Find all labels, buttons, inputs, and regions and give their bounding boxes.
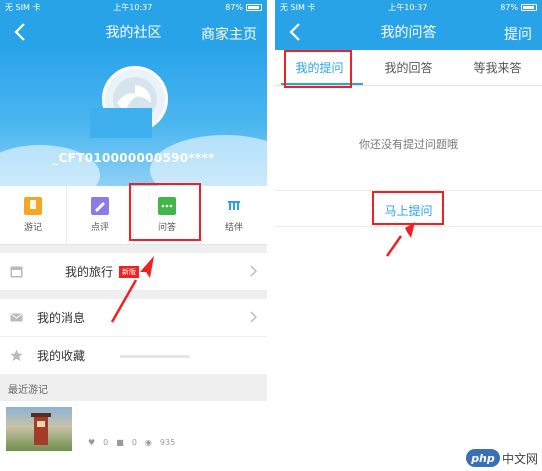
chevron-left-icon <box>289 23 300 41</box>
battery-icon <box>246 3 262 11</box>
view-icon: ◉ <box>144 437 152 447</box>
profile-header: _CFT010000000590**** <box>0 50 267 186</box>
list-item-label: 我的收藏 <box>37 349 86 363</box>
like-icon: ♥ <box>88 437 96 447</box>
arrow-annotation <box>385 222 415 257</box>
like-count: 0 <box>103 437 109 447</box>
watermark-text: 中文网 <box>501 451 538 466</box>
review-icon <box>91 197 109 215</box>
status-bar: 无 SIM 卡 上午10:37 87% <box>0 0 267 14</box>
username: _CFT010000000590**** <box>52 151 215 165</box>
recent-travel-notes-heading: 最近游记 <box>0 375 267 401</box>
ask-question-button[interactable]: 提问 <box>504 24 532 44</box>
highlight-box-tab <box>284 50 352 88</box>
comment-count: 0 <box>131 437 137 447</box>
battery-label: 87% <box>500 2 518 12</box>
php-logo: php <box>465 449 500 467</box>
time-label: 上午10:37 <box>113 2 153 12</box>
status-bar: 无 SIM 卡 上午10:37 87% <box>275 0 542 14</box>
list-item-label: 我的消息 <box>37 311 86 325</box>
comment-icon: ■ <box>116 437 124 447</box>
redaction-block <box>90 108 152 138</box>
companion-icon <box>225 197 243 215</box>
chevron-right-icon <box>250 265 257 277</box>
carrier-label: 无 SIM 卡 <box>280 2 316 12</box>
left-screen: 无 SIM 卡 上午10:37 87% 我的社区 商家主页 _CFT010000… <box>0 0 267 471</box>
list-item-my-favorites[interactable]: 我的收藏 <box>0 337 267 375</box>
menu-item-label: 点评 <box>90 223 109 233</box>
chevron-left-icon <box>14 23 25 41</box>
travel-note-stats: ♥ 0 ■ 0 ◉ 935 <box>88 431 175 453</box>
travel-note-item[interactable]: ♥ 0 ■ 0 ◉ 935 <box>0 401 267 459</box>
list-item-label: 我的旅行 <box>65 265 114 279</box>
calendar-icon <box>10 266 23 278</box>
tab-my-answers[interactable]: 我的回答 <box>364 50 453 85</box>
view-count: 935 <box>159 437 176 447</box>
menu-item-label: 游记 <box>23 223 42 233</box>
empty-state-text: 你还没有提过问题哦 <box>359 138 458 151</box>
travel-note-thumbnail <box>6 407 72 451</box>
back-button[interactable] <box>10 21 30 43</box>
right-screen: 无 SIM 卡 上午10:37 87% 我的问答 提问 我的提问 我的回答 等我… <box>275 0 542 471</box>
nav-bar: 我的问答 提问 <box>275 14 542 50</box>
star-icon <box>10 349 23 361</box>
nav-bar: 我的社区 商家主页 <box>0 14 267 50</box>
merchant-home-link[interactable]: 商家主页 <box>201 24 257 44</box>
battery-label: 87% <box>225 2 243 12</box>
carrier-label: 无 SIM 卡 <box>5 2 41 12</box>
arrow-annotation <box>110 256 154 323</box>
watermark: php 中文网 <box>465 449 538 467</box>
battery-icon <box>521 3 537 11</box>
highlight-box-qa <box>129 183 201 241</box>
menu-item-companion[interactable]: 结伴 <box>201 186 267 244</box>
menu-item-review[interactable]: 点评 <box>67 186 134 244</box>
back-button[interactable] <box>285 21 305 43</box>
mail-icon <box>10 313 23 322</box>
travel-notes-icon <box>24 197 42 215</box>
redaction-block <box>120 355 190 358</box>
menu-item-travel-notes[interactable]: 游记 <box>0 186 67 244</box>
chevron-right-icon <box>250 311 257 323</box>
tab-waiting-for-me[interactable]: 等我来答 <box>453 50 542 85</box>
page-title: 我的问答 <box>380 25 437 41</box>
menu-item-label: 结伴 <box>224 223 243 233</box>
time-label: 上午10:37 <box>388 2 428 12</box>
